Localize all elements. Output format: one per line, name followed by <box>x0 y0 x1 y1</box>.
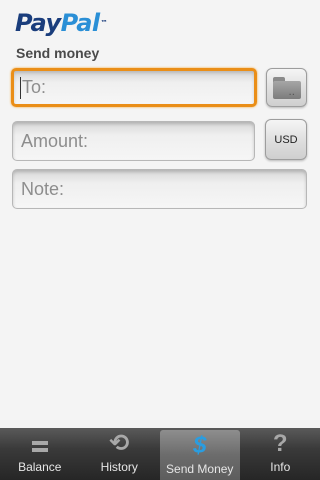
dollar-icon: $ <box>193 432 207 459</box>
history-icon: ⟲ <box>109 430 130 457</box>
note-input[interactable]: Note: <box>12 169 307 209</box>
tab-info[interactable]: ? Info <box>241 428 320 480</box>
bottom-tab-bar: Balance ⟲ History $ Send Money ? Info <box>0 428 320 480</box>
tab-balance[interactable]: Balance <box>0 428 80 480</box>
tab-label: Info <box>270 460 291 474</box>
tab-send-money[interactable]: $ Send Money <box>160 430 240 480</box>
tab-history[interactable]: ⟲ History <box>80 428 160 480</box>
recipient-input[interactable]: To: <box>11 68 257 107</box>
currency-label: USD <box>274 133 298 146</box>
text-cursor <box>20 76 21 99</box>
logo-pay: Pay <box>15 9 61 37</box>
logo-trademark: ™ <box>100 19 108 27</box>
balance-icon <box>0 430 80 458</box>
question-icon: ? <box>272 430 288 457</box>
logo-pal: Pal <box>60 9 100 37</box>
folder-icon: .. <box>272 76 301 99</box>
app-header: PayPal™ <box>0 0 320 42</box>
tab-label: History <box>100 460 138 474</box>
recipient-placeholder: To: <box>22 77 47 97</box>
tab-label: Send Money <box>166 462 234 476</box>
note-placeholder: Note: <box>21 178 65 199</box>
tab-label: Balance <box>18 460 62 474</box>
paypal-logo: PayPal™ <box>15 8 108 38</box>
amount-placeholder: Amount: <box>21 130 89 151</box>
page-title: Send money <box>16 45 100 61</box>
contacts-button[interactable]: .. <box>266 68 307 107</box>
currency-button[interactable]: USD <box>265 119 307 160</box>
amount-input[interactable]: Amount: <box>12 121 255 161</box>
